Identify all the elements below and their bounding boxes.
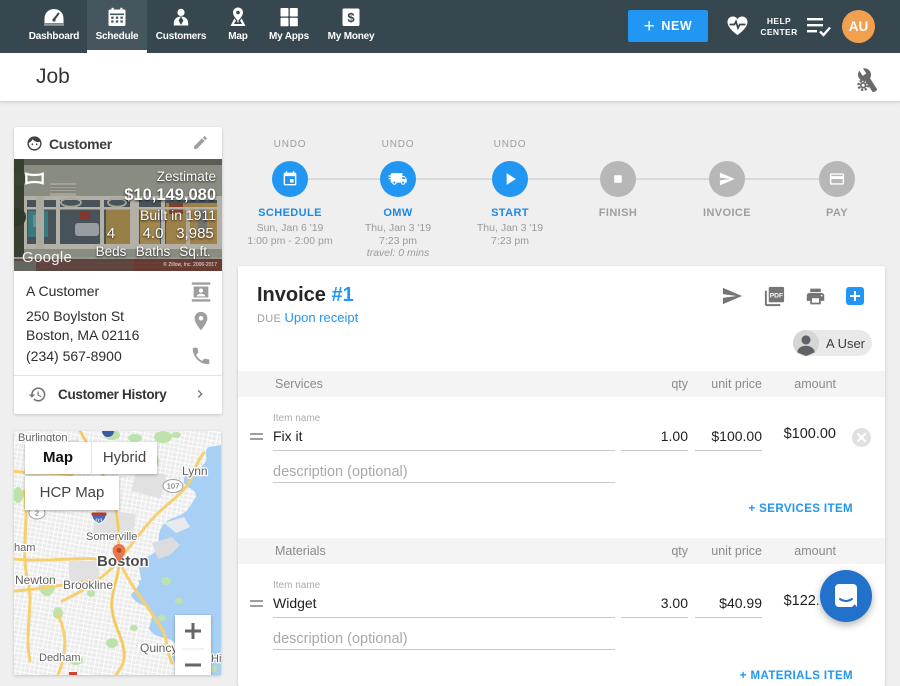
- svg-text:PDF: PDF: [770, 292, 783, 299]
- svg-text:Dedham: Dedham: [39, 652, 81, 664]
- svg-text:ham: ham: [14, 542, 35, 554]
- svg-text:Somerville: Somerville: [86, 531, 137, 543]
- svg-text:Brookline: Brookline: [63, 578, 113, 592]
- svg-text:93: 93: [95, 518, 103, 525]
- svg-text:Lynn: Lynn: [182, 464, 208, 478]
- svg-text:Hi: Hi: [211, 653, 221, 665]
- svg-text:107: 107: [167, 482, 180, 491]
- svg-text:Newton: Newton: [15, 573, 56, 587]
- svg-text:$: $: [347, 10, 355, 25]
- svg-text:Quincy: Quincy: [140, 641, 177, 655]
- svg-text:2: 2: [35, 509, 39, 518]
